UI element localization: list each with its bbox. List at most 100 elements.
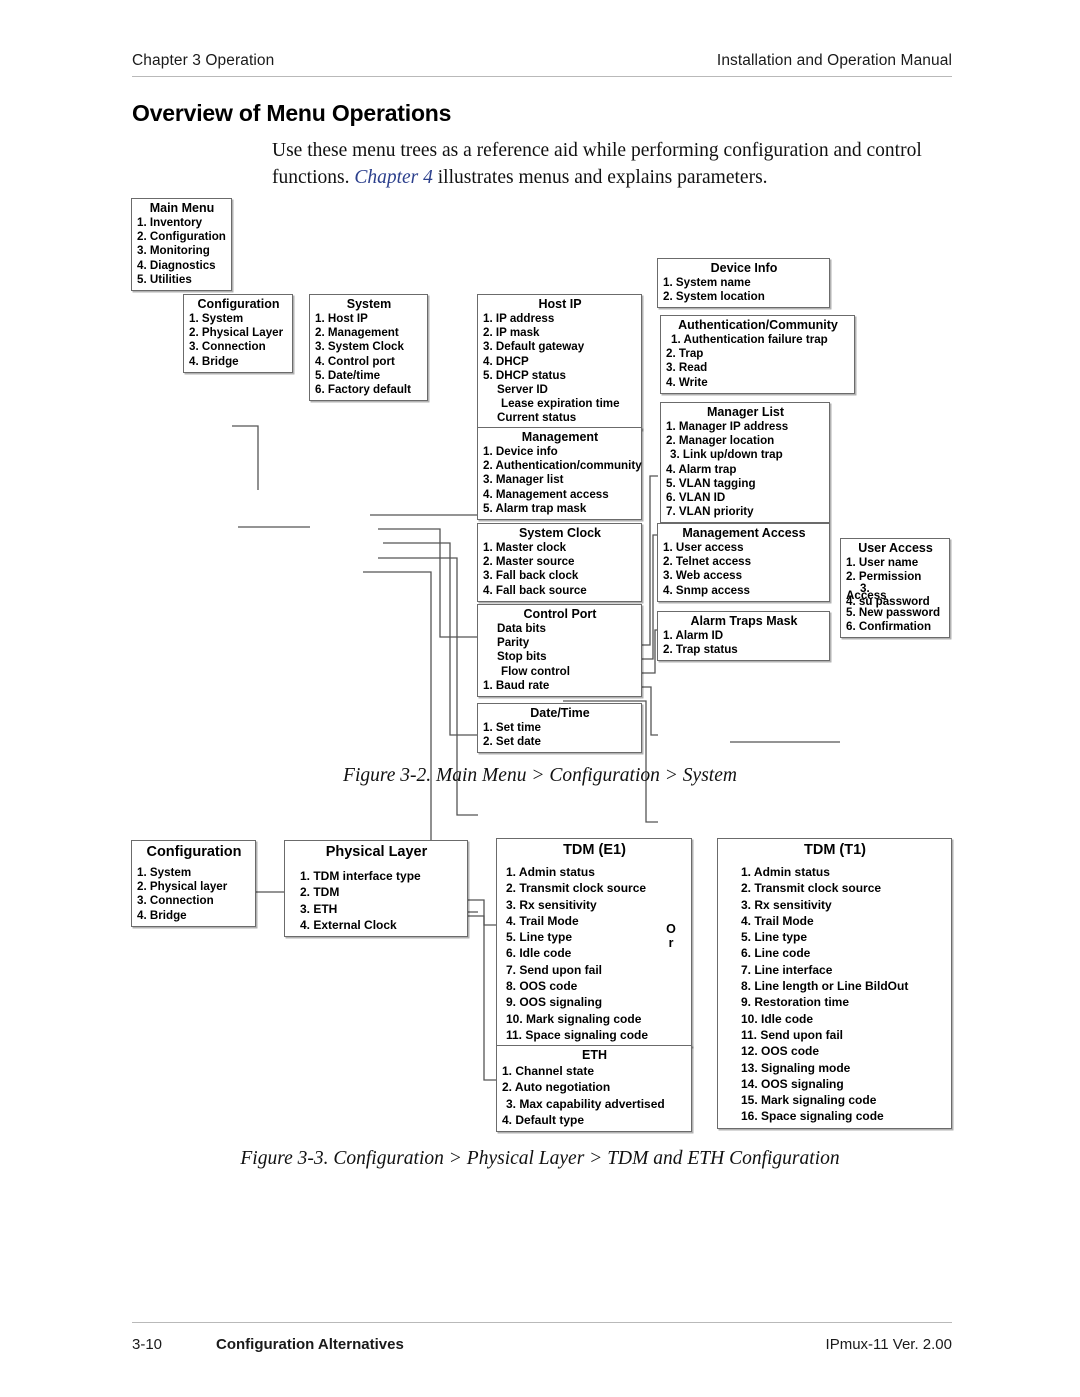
box-tdm-t1[interactable]: TDM (T1) 1. Admin status 2. Transmit clo… [717,838,952,1129]
box-eth[interactable]: ETH 1. Channel state 2. Auto negotiation… [496,1045,692,1133]
box-title: Control Port [523,607,597,621]
list-item: 2. Master source [483,555,575,569]
list-item: 1. Channel state [502,1064,595,1078]
box-title: Management [521,430,599,444]
box-system-clock[interactable]: System Clock 1. Master clock 2. Master s… [477,523,642,602]
list-item: 4. Alarm trap [666,462,737,476]
list-subitem: Data bits [497,622,546,635]
list-item: 10. Idle code [741,1011,814,1026]
box-user-access[interactable]: User Access 1. User name 2. Permission 3… [840,538,950,638]
list-item: 8. OOS code [506,979,578,994]
list-item: 5. VLAN tagging [666,476,756,490]
list-item: 2. TDM [300,885,340,900]
figure-1-caption: Figure 3-2. Main Menu > Configuration > … [343,765,737,786]
list-item: 3. Rx sensitivity [506,897,597,912]
list-item: 2. Configuration [137,230,226,244]
list-item: 2. Transmit clock source [741,881,882,896]
list-item: 1. User name [846,556,919,569]
box-tdm-e1[interactable]: TDM (E1) 1. Admin status 2. Transmit clo… [496,838,692,1048]
list-item: 2. Manager location [666,434,775,448]
list-item: 8. Line length or Line BildOut [741,979,909,994]
list-item: 5. Alarm trap mask [483,501,587,515]
box-date-time[interactable]: Date/Time 1. Set time 2. Set date [477,703,642,754]
list-item: 2. Physical Layer [189,326,284,340]
list-item: 4. Management access [483,487,609,501]
intro-paragraph: Use these menu trees as a reference aid … [272,137,932,191]
list-item: 2. Auto negotiation [502,1080,611,1095]
list-item: 5. Utilities [137,272,192,286]
box-authentication-community[interactable]: Authentication/Community 1. Authenticati… [660,315,855,394]
list-item: 3. Default gateway [483,340,585,354]
list-item: 1. System [189,312,244,325]
box-title: System Clock [519,526,601,540]
list-item: 5. Line type [741,930,808,945]
list-item: 1. Admin status [741,865,830,879]
box-title: Manager List [706,405,785,419]
list-item: 1. IP address [483,312,555,325]
box-management-access[interactable]: Management Access 1. User access 2. Teln… [657,523,830,602]
box-title: Host IP [538,297,582,311]
box-manager-list[interactable]: Manager List 1. Manager IP address 2. Ma… [660,402,830,524]
list-item: 1. Master clock [483,541,567,554]
box-title: Alarm Traps Mask [690,614,798,628]
box-alarm-traps-mask[interactable]: Alarm Traps Mask 1. Alarm ID 2. Trap sta… [657,611,830,662]
box-title: Device Info [710,261,778,275]
menu-tree-diagram-physical-layer: Configuration 1. System 2. Physical laye… [0,830,1080,1140]
list-subitem: Lease expiration time [501,397,620,411]
list-item: 15. Mark signaling code [741,1093,877,1108]
list-item: 4. External Clock [300,917,397,932]
list-item: 11. Send upon fail [741,1027,844,1042]
box-management[interactable]: Management 1. Device info 2. Authenticat… [477,427,642,521]
box-title: System [346,297,392,311]
box-title: Physical Layer [325,844,428,860]
list-subitem: Server ID [497,383,548,397]
box-configuration[interactable]: Configuration 1. System 2. Physical Laye… [183,294,293,373]
list-subitem: Current status [497,411,577,425]
list-item: 3. Web access [663,569,743,583]
chapter-4-crossref-link[interactable]: Chapter 4 [354,167,433,188]
list-item: 3. Connection [137,894,214,908]
list-item: 4. Fall back source [483,583,587,597]
list-item: 3. Fall back clock [483,569,579,583]
list-item: 6. Factory default [315,383,411,397]
box-control-port[interactable]: Control Port Data bits Parity Stop bits … [477,604,642,698]
list-item: 1. Set time [483,721,541,734]
box-system[interactable]: System 1. Host IP 2. Management 3. Syste… [309,294,428,402]
list-item: 6. Line code [741,946,811,961]
box-physical-layer[interactable]: Physical Layer 1. TDM interface type 2. … [284,840,468,938]
box-title: Date/Time [530,706,590,720]
or-label-line-2: r [668,936,674,950]
box-title: Management Access [682,526,806,540]
menu-tree-diagram-system: Main Menu 1. Inventory 2. Configuration … [0,190,1080,913]
box-title: Authentication/Community [678,318,838,332]
list-item: 5. Date/time [315,368,381,382]
box-host-ip[interactable]: Host IP 1. IP address 2. IP mask 3. Defa… [477,294,642,430]
box-title: Configuration [146,844,242,860]
box-configuration-2[interactable]: Configuration 1. System 2. Physical laye… [131,840,256,927]
box-device-info[interactable]: Device Info 1. System name 2. System loc… [657,258,830,309]
list-item-overlapped: 3. Access 4. su password [846,582,945,608]
figure-2-caption: Figure 3-3. Configuration > Physical Lay… [240,1148,840,1169]
list-item: 1. Host IP [315,312,368,325]
list-item: 1. Inventory [137,216,203,229]
list-subitem: Stop bits [497,650,547,664]
list-item: 2. System location [663,290,765,304]
list-item: 3. Monitoring [137,244,210,258]
list-item: 4. Bridge [189,354,239,368]
list-item: 1. TDM interface type [300,869,421,883]
list-item: 1. Admin status [506,865,595,879]
list-item: 11. Space signaling code [506,1027,649,1042]
list-item: 2. Trap status [663,643,738,657]
or-label: O r [664,922,678,950]
list-item: 7. Line interface [741,962,833,977]
list-item: 13. Signaling mode [741,1060,851,1075]
footer-section-title: Configuration Alternatives [216,1336,404,1353]
list-subitem: Flow control [501,664,570,678]
box-main-menu[interactable]: Main Menu 1. Inventory 2. Configuration … [131,198,232,292]
box-title: TDM (E1) [563,842,626,858]
list-item: 1. Baud rate [483,678,550,692]
list-item: 1. Alarm ID [663,629,724,642]
intro-text-part2: illustrates menus and explains parameter… [432,167,768,188]
list-item: 1. Device info [483,445,558,458]
list-item: 2. IP mask [483,326,540,340]
